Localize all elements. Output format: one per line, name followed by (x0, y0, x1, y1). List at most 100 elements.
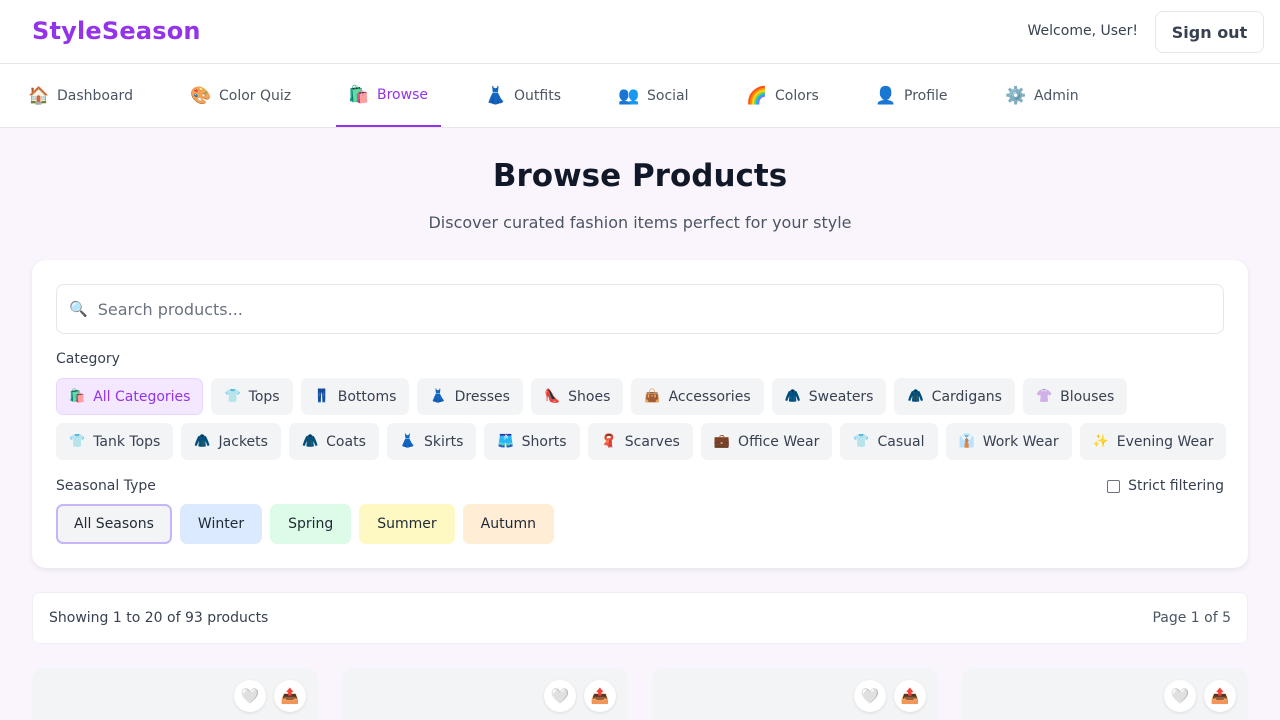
nav-item-admin[interactable]: ⚙️ Admin (1005, 64, 1079, 127)
category-row-1: 🛍️ All Categories 👕 Tops 👖 Bottoms 👗 Dresses… (56, 378, 1128, 415)
filter-panel: 🔍 Category 🛍️ All Categories 👕 Tops 👖 Botto… (32, 260, 1248, 568)
category-chip-accessories[interactable]: 👜 Accessories (631, 378, 764, 415)
sparkles-icon: ✨ (1092, 434, 1109, 449)
category-chip-shorts[interactable]: 🩳 Shorts (484, 423, 580, 460)
strict-filtering-toggle[interactable]: Strict filtering (1107, 478, 1224, 494)
chip-label: All Categories (93, 388, 191, 405)
chip-label: Office Wear (738, 433, 820, 450)
share-icon[interactable]: 📤 (584, 680, 616, 712)
dress-icon: 👗 (485, 85, 507, 106)
category-row-2: 👕 Tank Tops 🧥 Jackets 🧥 Coats 👗 Skirts 🩳 Shor… (56, 423, 1227, 460)
share-icon[interactable]: 📤 (894, 680, 926, 712)
coat-icon: 🧥 (784, 389, 801, 404)
favorite-icon[interactable]: 🤍 (1164, 680, 1196, 712)
category-chip-work-wear[interactable]: 👔 Work Wear (945, 423, 1072, 460)
category-chip-office-wear[interactable]: 💼 Office Wear (700, 423, 833, 460)
category-chip-skirts[interactable]: 👗 Skirts (386, 423, 477, 460)
chip-label: Coats (326, 433, 366, 450)
nav-item-outfits[interactable]: 👗 Outfits (485, 64, 561, 127)
strict-filtering-checkbox[interactable] (1107, 479, 1121, 493)
dress-icon: 👗 (430, 389, 447, 404)
sign-out-button[interactable]: Sign out (1155, 11, 1264, 53)
chip-label: Jackets (218, 433, 268, 450)
page-subtitle: Discover curated fashion items perfect f… (428, 213, 852, 232)
handbag-icon: 👜 (644, 389, 661, 404)
favorite-icon[interactable]: 🤍 (544, 680, 576, 712)
category-chip-bottoms[interactable]: 👖 Bottoms (300, 378, 410, 415)
tshirt-icon: 👕 (69, 434, 86, 449)
nav-label: Dashboard (57, 87, 133, 104)
results-count: Showing 1 to 20 of 93 products (49, 610, 269, 626)
search-box[interactable]: 🔍 (56, 284, 1224, 334)
category-chip-shoes[interactable]: 👠 Shoes (530, 378, 624, 415)
dress-icon: 👗 (399, 434, 417, 449)
season-chip-all[interactable]: All Seasons (56, 504, 172, 544)
seasonal-type-label: Seasonal Type (56, 478, 156, 494)
chip-label: Evening Wear (1116, 433, 1214, 450)
coat-icon: 🧥 (301, 434, 319, 449)
high-heel-icon: 👠 (543, 389, 561, 404)
shopping-bags-icon: 🛍️ (348, 84, 370, 105)
nav-item-dashboard[interactable]: 🏠 Dashboard (28, 64, 133, 127)
category-chip-jackets[interactable]: 🧥 Jackets (181, 423, 281, 460)
nav-label: Color Quiz (219, 87, 292, 104)
gear-icon: ⚙️ (1005, 85, 1027, 106)
page-indicator: Page 1 of 5 (1152, 610, 1231, 626)
product-card[interactable]: 🤍 📤 (342, 668, 628, 720)
chip-label: Blouses (1060, 388, 1115, 405)
chip-label: Accessories (668, 388, 751, 405)
season-chip-winter[interactable]: Winter (179, 504, 263, 544)
season-chip-spring[interactable]: Spring (270, 504, 352, 544)
share-icon[interactable]: 📤 (1204, 680, 1236, 712)
favorite-icon[interactable]: 🤍 (234, 680, 266, 712)
tshirt-icon: 👕 (853, 434, 870, 449)
nav-item-browse[interactable]: 🛍️ Browse (336, 64, 441, 127)
season-chip-summer[interactable]: Summer (359, 504, 455, 544)
category-chip-all[interactable]: 🛍️ All Categories (56, 378, 204, 415)
favorite-icon[interactable]: 🤍 (854, 680, 886, 712)
season-chip-autumn[interactable]: Autumn (462, 504, 554, 544)
product-card[interactable]: 🤍 📤 (962, 668, 1248, 720)
coat-icon: 🧥 (907, 389, 924, 404)
category-chip-cardigans[interactable]: 🧥 Cardigans (894, 378, 1015, 415)
blouse-icon: 👚 (1035, 389, 1053, 404)
nav-item-profile[interactable]: 👤 Profile (875, 64, 948, 127)
category-chip-blouses[interactable]: 👚 Blouses (1022, 378, 1128, 415)
category-chip-dresses[interactable]: 👗 Dresses (417, 378, 523, 415)
category-chip-sweaters[interactable]: 🧥 Sweaters (771, 378, 887, 415)
product-card[interactable]: 🤍 📤 (32, 668, 318, 720)
results-summary-bar: Showing 1 to 20 of 93 products Page 1 of… (32, 592, 1248, 644)
search-icon: 🔍 (69, 300, 88, 318)
product-card[interactable]: 🤍 📤 (652, 668, 938, 720)
nav-label: Admin (1034, 87, 1079, 104)
palette-icon: 🎨 (190, 85, 212, 106)
chip-label: Shoes (568, 388, 611, 405)
necktie-icon: 👔 (958, 434, 975, 449)
chip-label: Casual (877, 433, 925, 450)
chip-label: Cardigans (931, 388, 1002, 405)
briefcase-icon: 💼 (713, 434, 731, 449)
nav-item-color-quiz[interactable]: 🎨 Color Quiz (190, 64, 291, 127)
share-icon[interactable]: 📤 (274, 680, 306, 712)
category-chip-tank-tops[interactable]: 👕 Tank Tops (56, 423, 174, 460)
app-logo[interactable]: StyleSeason (32, 17, 201, 45)
chip-label: Scarves (624, 433, 680, 450)
nav-item-social[interactable]: 👥 Social (618, 64, 689, 127)
tshirt-icon: 👕 (224, 389, 241, 404)
category-chip-scarves[interactable]: 🧣 Scarves (587, 423, 693, 460)
welcome-text: Welcome, User! (1027, 23, 1138, 39)
nav-item-colors[interactable]: 🌈 Colors (746, 64, 819, 127)
category-chip-evening-wear[interactable]: ✨ Evening Wear (1079, 423, 1227, 460)
top-header: StyleSeason Welcome, User! Sign out (0, 0, 1280, 64)
category-chip-casual[interactable]: 👕 Casual (840, 423, 938, 460)
people-icon: 👥 (618, 85, 640, 106)
search-input[interactable] (97, 299, 1198, 319)
category-chip-coats[interactable]: 🧥 Coats (288, 423, 379, 460)
chip-label: Shorts (521, 433, 567, 450)
shopping-bags-icon: 🛍️ (69, 389, 86, 404)
category-chip-tops[interactable]: 👕 Tops (211, 378, 293, 415)
shorts-icon: 🩳 (497, 434, 514, 449)
user-icon: 👤 (875, 85, 897, 106)
category-label: Category (56, 351, 120, 367)
main-nav: 🏠 Dashboard 🎨 Color Quiz 🛍️ Browse 👗 Out… (0, 64, 1280, 128)
